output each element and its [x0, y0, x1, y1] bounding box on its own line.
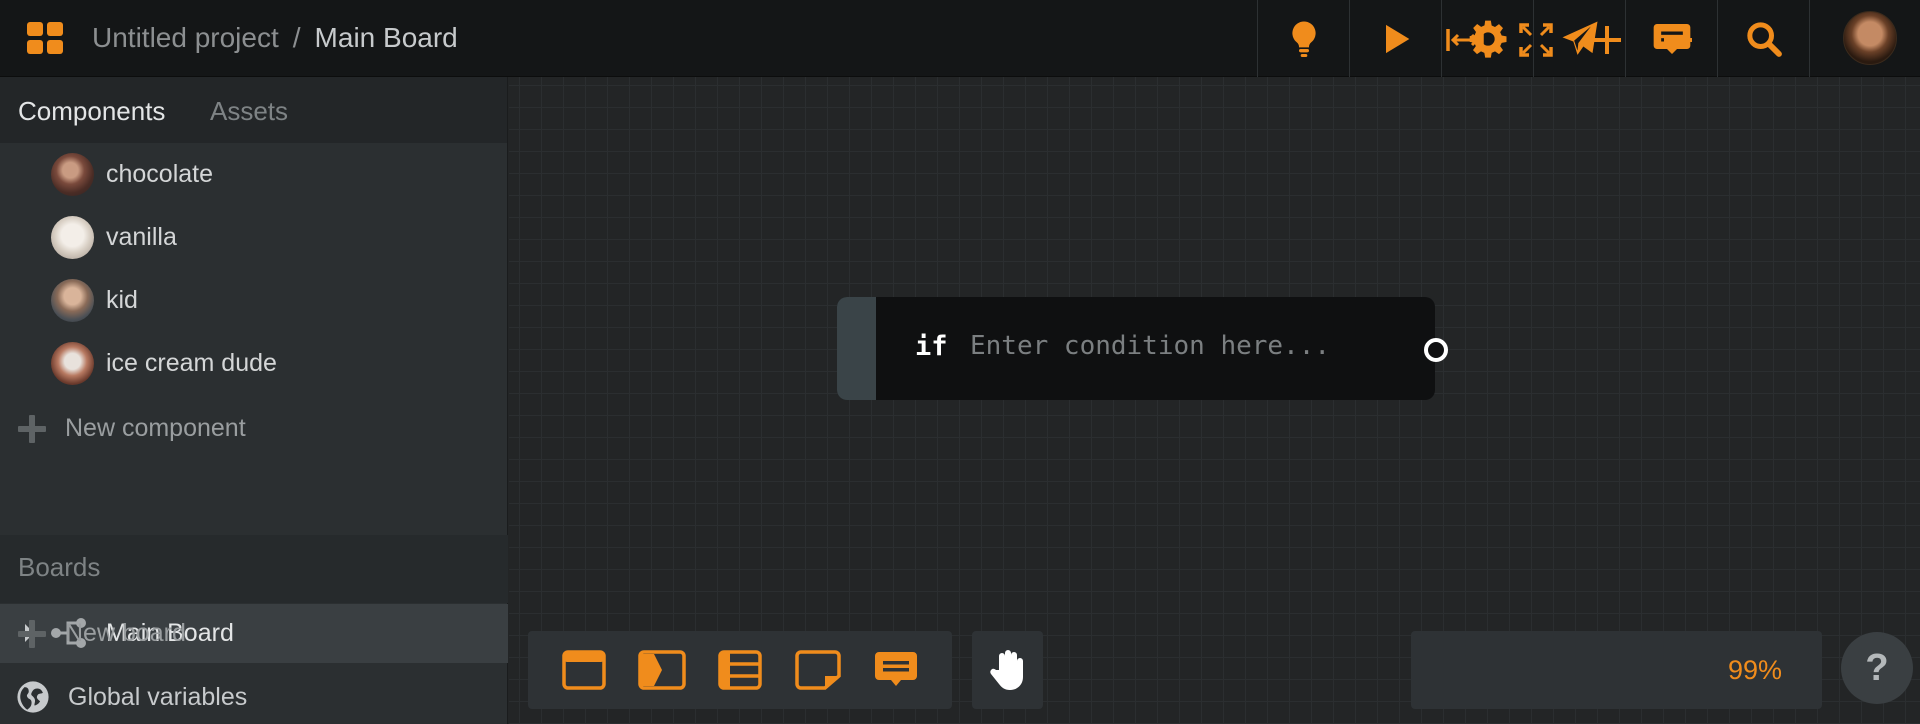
boards-heading: Boards — [18, 552, 101, 582]
fit-width-button[interactable] — [1445, 20, 1485, 60]
plus-icon — [18, 415, 46, 443]
component-avatar — [51, 153, 94, 196]
component-avatar — [51, 342, 94, 385]
sidebar-tabs: Components Assets — [0, 77, 507, 143]
list-icon — [718, 650, 762, 690]
globe-icon — [17, 681, 49, 713]
new-board-button[interactable]: New board — [65, 617, 186, 649]
output-port[interactable] — [1424, 338, 1448, 362]
zoom-in-button[interactable] — [1587, 20, 1627, 60]
play-button[interactable] — [1349, 0, 1441, 77]
component-label: vanilla — [106, 223, 177, 251]
breadcrumb-separator: / — [292, 22, 301, 53]
zoom-out-button[interactable] — [1658, 20, 1698, 60]
choice-icon — [638, 650, 686, 690]
condition-input[interactable]: Enter condition here... — [970, 331, 1330, 361]
sidebar-divider — [0, 662, 508, 663]
fit-width-icon — [1446, 29, 1484, 51]
add-note-node-button[interactable] — [794, 646, 842, 694]
component-label: ice cream dude — [106, 349, 277, 377]
new-component-button[interactable]: New component — [65, 412, 246, 444]
breadcrumb-board: Main Board — [314, 22, 458, 53]
fullscreen-button[interactable] — [1516, 20, 1556, 60]
add-comment-node-button[interactable] — [872, 646, 920, 694]
add-window-node-button[interactable] — [560, 646, 608, 694]
breadcrumb: Untitled project / Main Board — [92, 20, 458, 56]
lightbulb-icon — [1291, 21, 1316, 57]
node-drag-handle[interactable] — [837, 297, 876, 400]
play-icon — [1385, 24, 1409, 53]
component-item-vanilla[interactable]: vanilla — [0, 206, 508, 268]
component-item-kid[interactable]: kid — [0, 269, 508, 331]
plus-icon — [1593, 26, 1621, 54]
zoom-level[interactable]: 99% — [1728, 654, 1782, 686]
node-keyword: if — [915, 331, 948, 362]
help-button[interactable]: ? — [1841, 632, 1913, 704]
sidebar: Components Assets chocolate vanilla kid … — [0, 77, 508, 724]
add-list-node-button[interactable] — [716, 646, 764, 694]
tab-assets[interactable]: Assets — [210, 95, 288, 127]
minus-icon — [1664, 38, 1692, 42]
pan-tool-button[interactable] — [972, 631, 1043, 709]
component-avatar — [51, 216, 94, 259]
node-toolbox — [528, 631, 952, 709]
component-item-chocolate[interactable]: chocolate — [0, 143, 508, 205]
search-icon — [1746, 21, 1782, 57]
component-label: kid — [106, 286, 138, 314]
breadcrumb-project[interactable]: Untitled project — [92, 22, 279, 53]
board-canvas[interactable] — [509, 77, 1920, 724]
apps-grid-icon[interactable] — [27, 22, 63, 54]
search-button[interactable] — [1717, 0, 1809, 77]
add-choice-node-button[interactable] — [638, 646, 686, 694]
top-bar: Untitled project / Main Board — [0, 0, 1920, 77]
sticky-note-icon — [795, 650, 841, 690]
hand-icon — [989, 650, 1023, 690]
condition-node[interactable]: if Enter condition here... — [837, 297, 1435, 400]
plus-icon — [18, 620, 46, 648]
global-variables-link[interactable]: Global variables — [68, 681, 247, 713]
window-icon — [562, 650, 606, 690]
boards-section-header: Boards — [0, 535, 508, 603]
expand-icon — [1519, 23, 1553, 57]
component-item-ice-cream-dude[interactable]: ice cream dude — [0, 332, 508, 394]
component-label: chocolate — [106, 160, 214, 188]
component-avatar — [51, 279, 94, 322]
tab-components[interactable]: Components — [18, 95, 165, 127]
comment-icon — [875, 652, 917, 686]
ideas-button[interactable] — [1257, 0, 1349, 77]
user-avatar[interactable] — [1843, 11, 1897, 65]
